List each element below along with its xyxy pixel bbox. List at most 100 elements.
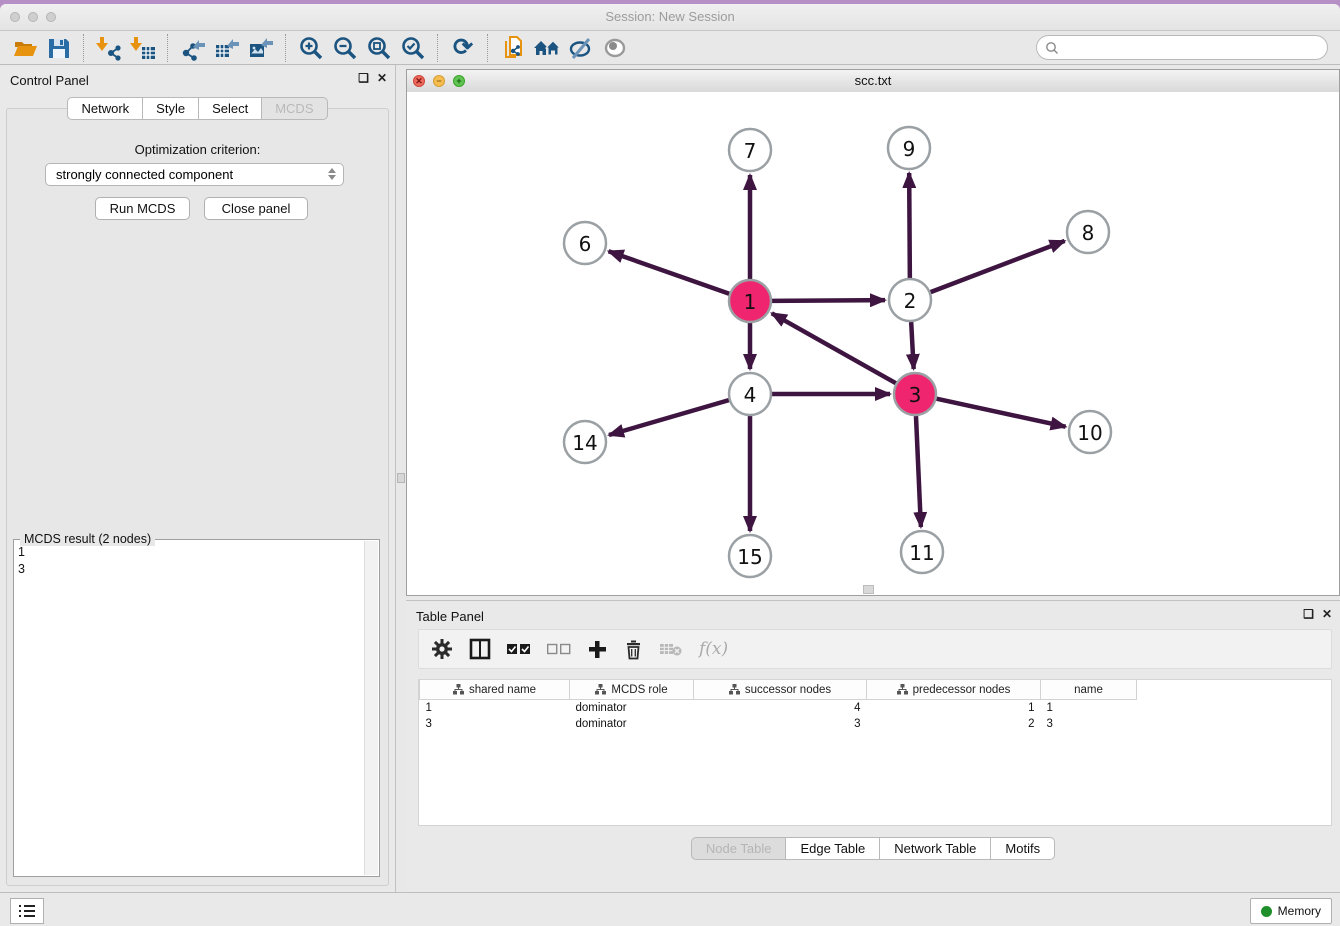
node-label: 4 [744, 383, 757, 407]
tab-network-table[interactable]: Network Table [880, 837, 991, 860]
graph-edge[interactable] [772, 300, 885, 301]
column-header-shared-name[interactable]: shared name [420, 680, 570, 700]
memory-label: Memory [1278, 904, 1321, 918]
column-header-label: predecessor nodes [913, 684, 1011, 696]
tab-edge-table[interactable]: Edge Table [786, 837, 880, 860]
tab-motifs[interactable]: Motifs [991, 837, 1055, 860]
delete-table-icon [659, 641, 683, 657]
node-label: 8 [1082, 221, 1095, 245]
show-columns-icon[interactable] [469, 638, 491, 660]
control-panel-title: Control Panel [10, 73, 89, 88]
zoom-in-icon[interactable] [294, 33, 328, 63]
search-icon [1045, 41, 1059, 55]
zoom-fit-icon[interactable] [362, 33, 396, 63]
column-header-label: successor nodes [745, 684, 831, 696]
eye-icon[interactable] [598, 33, 632, 63]
network-view-window: ✕ − + scc.txt 7968124314101511 [406, 69, 1340, 596]
close-panel-icon[interactable]: ✕ [377, 71, 387, 85]
column-header-predecessor-nodes[interactable]: predecessor nodes [867, 680, 1041, 700]
table-cell[interactable]: 3 [694, 716, 867, 732]
import-network-icon[interactable] [92, 33, 126, 63]
list-icon [19, 905, 35, 917]
table-row[interactable]: 3dominator323 [420, 716, 1137, 732]
hierarchy-icon [453, 684, 464, 695]
close-panel-button[interactable]: Close panel [204, 197, 308, 220]
network-window-title: scc.txt [407, 73, 1339, 88]
table-cell[interactable]: 3 [420, 716, 570, 732]
graph-edge[interactable] [909, 173, 910, 278]
optimization-criterion-select[interactable]: strongly connected component [45, 163, 344, 186]
table-settings-gear-icon[interactable] [431, 638, 453, 660]
node-label: 6 [579, 232, 592, 256]
network-window-titlebar[interactable]: ✕ − + scc.txt [407, 70, 1339, 93]
select-all-columns-icon[interactable] [507, 643, 531, 655]
tab-network[interactable]: Network [67, 97, 143, 120]
import-table-icon[interactable] [126, 33, 160, 63]
deselect-all-columns-icon[interactable] [547, 643, 571, 655]
hierarchy-icon [897, 684, 908, 695]
canvas-scroll-thumb[interactable] [863, 585, 874, 594]
tab-node-table[interactable]: Node Table [691, 837, 787, 860]
mcds-result-box: MCDS result (2 nodes) 1 3 [13, 539, 380, 877]
eye-slash-icon[interactable] [564, 33, 598, 63]
open-session-icon[interactable] [8, 33, 42, 63]
table-cell[interactable]: 2 [867, 716, 1041, 732]
column-header-name[interactable]: name [1041, 680, 1137, 700]
duplicate-network-icon[interactable] [496, 33, 530, 63]
column-header-label: name [1074, 684, 1103, 696]
tab-select[interactable]: Select [199, 97, 262, 120]
export-network-icon[interactable] [176, 33, 210, 63]
optimization-criterion-label: Optimization criterion: [7, 142, 388, 157]
save-session-icon[interactable] [42, 33, 76, 63]
tab-style[interactable]: Style [143, 97, 199, 120]
float-panel-icon[interactable]: ❑ [1303, 607, 1314, 621]
create-column-icon[interactable] [587, 639, 607, 659]
tab-mcds[interactable]: MCDS [262, 97, 327, 120]
table-cell[interactable]: 1 [867, 700, 1041, 717]
graph-edge[interactable] [772, 313, 896, 383]
zoom-out-icon[interactable] [328, 33, 362, 63]
graph-edge[interactable] [609, 400, 729, 435]
table-cell[interactable]: dominator [570, 700, 694, 717]
run-mcds-button[interactable]: Run MCDS [95, 197, 190, 220]
network-canvas[interactable]: 7968124314101511 [407, 92, 1339, 595]
graph-edge[interactable] [931, 241, 1065, 292]
control-panel-tabs: Network Style Select MCDS [0, 97, 395, 120]
float-panel-icon[interactable]: ❑ [358, 71, 369, 85]
search-input[interactable] [1064, 40, 1319, 56]
export-table-icon[interactable] [210, 33, 244, 63]
export-image-icon[interactable] [244, 33, 278, 63]
table-cell[interactable]: 4 [694, 700, 867, 717]
graph-edge[interactable] [609, 251, 730, 293]
task-history-button[interactable] [10, 898, 44, 924]
refresh-icon[interactable]: ⟳ [446, 33, 480, 63]
memory-button[interactable]: Memory [1250, 898, 1332, 924]
zoom-selected-icon[interactable] [396, 33, 430, 63]
toolbar-separator [437, 34, 439, 62]
app-window: Session: New Session [0, 4, 1340, 926]
graph-edge[interactable] [936, 399, 1065, 427]
close-panel-icon[interactable]: ✕ [1322, 607, 1332, 621]
panel-splitter[interactable] [396, 65, 406, 892]
table-toolbar: f(x) [418, 629, 1332, 669]
search-field[interactable] [1036, 35, 1328, 60]
delete-column-icon[interactable] [623, 638, 643, 660]
result-scrollbar[interactable] [364, 541, 378, 875]
table-cell[interactable]: 1 [1041, 700, 1137, 717]
mcds-result-text[interactable]: 1 3 [18, 544, 363, 872]
graph-edge[interactable] [911, 322, 914, 369]
splitter-handle[interactable] [397, 473, 405, 483]
column-header-label: shared name [469, 684, 536, 696]
table-panel: Table Panel ❑ ✕ [406, 600, 1340, 892]
column-header-MCDS-role[interactable]: MCDS role [570, 680, 694, 700]
column-header-successor-nodes[interactable]: successor nodes [694, 680, 867, 700]
table-cell[interactable]: 1 [420, 700, 570, 717]
table-cell[interactable]: dominator [570, 716, 694, 732]
node-label: 2 [904, 289, 917, 313]
table-body: 1dominator4113dominator323 [420, 700, 1137, 733]
table-row[interactable]: 1dominator411 [420, 700, 1137, 717]
graph-edge[interactable] [916, 416, 921, 527]
houses-icon[interactable] [530, 33, 564, 63]
toolbar-separator [285, 34, 287, 62]
table-cell[interactable]: 3 [1041, 716, 1137, 732]
